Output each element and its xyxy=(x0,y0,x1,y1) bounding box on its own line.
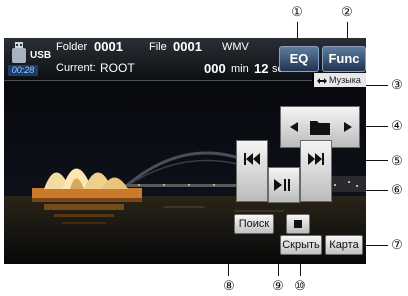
folder-label: Folder xyxy=(56,41,88,53)
next-track-icon xyxy=(308,153,324,165)
folder-number: 0001 xyxy=(94,39,123,54)
music-switch-label: Музыка xyxy=(329,75,361,85)
swap-arrows-icon xyxy=(317,77,327,84)
map-button[interactable]: Карта xyxy=(325,235,363,255)
stop-button[interactable] xyxy=(286,214,310,234)
usb-drive-icon xyxy=(12,42,26,63)
elapsed-time: 00:28 xyxy=(8,65,38,76)
current-label: Current: xyxy=(56,62,96,74)
folder-icon xyxy=(310,121,330,135)
callout-5: ⑤ xyxy=(391,153,403,168)
device-screen: USB 00:28 Folder 0001 File 0001 WMV Curr… xyxy=(4,38,366,264)
time-minutes: 000 xyxy=(204,61,226,76)
current-folder: ROOT xyxy=(100,61,135,75)
next-track-button[interactable] xyxy=(300,140,332,202)
previous-track-icon xyxy=(244,153,260,165)
file-number: 0001 xyxy=(173,39,202,54)
search-button[interactable]: Поиск xyxy=(234,214,274,234)
eq-button[interactable]: EQ xyxy=(279,46,319,72)
callout-6: ⑥ xyxy=(391,182,403,197)
play-pause-button[interactable] xyxy=(268,167,300,203)
previous-track-button[interactable] xyxy=(236,140,268,202)
callout-8: ⑧ xyxy=(223,278,235,293)
music-switch-button[interactable]: Музыка xyxy=(312,73,366,87)
callout-2: ② xyxy=(341,4,353,19)
time-seconds: 12 xyxy=(254,61,269,76)
usb-source-block: USB 00:28 xyxy=(6,40,54,78)
usb-label: USB xyxy=(30,50,52,61)
callout-3: ③ xyxy=(391,77,403,92)
callout-4: ④ xyxy=(391,118,403,133)
time-min-unit: min xyxy=(231,63,249,75)
callout-1: ① xyxy=(291,4,303,19)
file-label: File xyxy=(149,41,167,53)
func-button[interactable]: Func xyxy=(322,46,366,72)
arrow-left-icon[interactable] xyxy=(289,122,299,132)
arrow-right-icon[interactable] xyxy=(343,122,353,132)
stop-icon xyxy=(294,220,302,228)
callout-7: ⑦ xyxy=(391,237,403,252)
callout-10: ⑩ xyxy=(294,278,306,293)
hide-button[interactable]: Скрыть xyxy=(280,235,322,255)
callout-9: ⑨ xyxy=(272,278,284,293)
play-pause-icon xyxy=(274,179,290,191)
file-format: WMV xyxy=(222,41,249,53)
